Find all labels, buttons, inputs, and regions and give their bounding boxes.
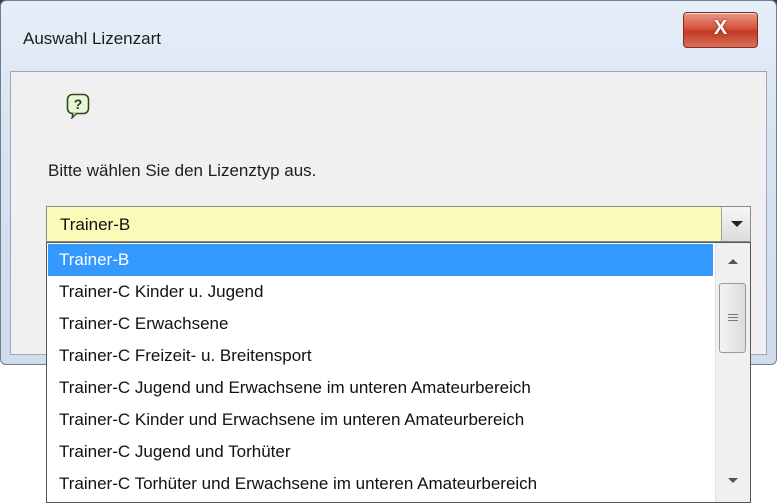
grip-line [728, 314, 738, 315]
dropdown-option[interactable]: Trainer-C Freizeit- u. Breitensport [48, 340, 713, 372]
combobox-selected-value: Trainer-B [60, 215, 131, 234]
scrollbar-thumb[interactable] [719, 283, 746, 353]
dropdown-option[interactable]: Trainer-C Kinder und Erwachsene im unter… [48, 404, 713, 436]
scroll-up-arrow-icon[interactable] [728, 259, 738, 264]
license-type-combobox[interactable]: Trainer-B [46, 206, 751, 242]
dropdown-option[interactable]: Trainer-C Jugend und Torhüter [48, 436, 713, 468]
dropdown-scrollbar[interactable] [715, 243, 750, 502]
close-icon: X [713, 17, 728, 39]
dropdown-option[interactable]: Trainer-B [48, 244, 713, 276]
dropdown-option[interactable]: Trainer-C Erwachsene [48, 308, 713, 340]
question-bubble-icon: ? [66, 93, 90, 119]
grip-line [728, 320, 738, 321]
grip-line [728, 317, 738, 318]
scroll-down-arrow-icon[interactable] [728, 478, 738, 483]
svg-text:?: ? [74, 96, 83, 112]
prompt-text: Bitte wählen Sie den Lizenztyp aus. [48, 161, 317, 180]
close-button[interactable]: X [683, 12, 758, 48]
chevron-down-icon [731, 221, 743, 227]
dialog-title: Auswahl Lizenzart [23, 29, 161, 48]
license-type-dropdown-list: Trainer-B Trainer-C Kinder u. Jugend Tra… [46, 242, 751, 503]
dropdown-option[interactable]: Trainer-C Kinder u. Jugend [48, 276, 713, 308]
combobox-dropdown-button[interactable] [721, 207, 750, 241]
dropdown-option[interactable]: Trainer-C Jugend und Erwachsene im unter… [48, 372, 713, 404]
dropdown-option[interactable]: Trainer-C Torhüter und Erwachsene im unt… [48, 468, 713, 500]
